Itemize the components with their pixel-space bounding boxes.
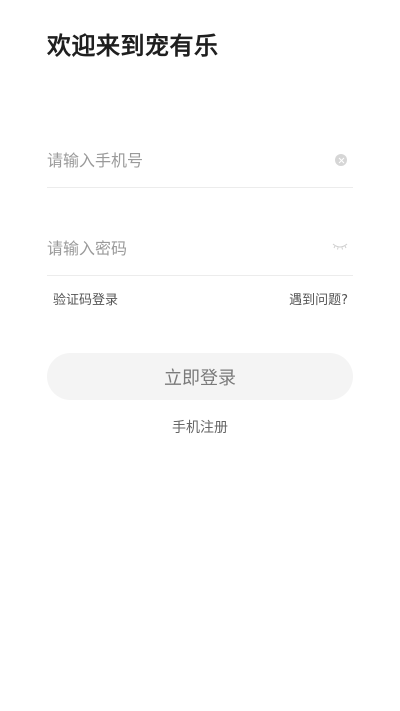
sms-login-link[interactable]: 验证码登录 — [53, 289, 118, 308]
password-field-container — [47, 221, 353, 276]
help-link[interactable]: 遇到问题? — [289, 289, 348, 308]
eye-closed-icon[interactable] — [332, 241, 348, 251]
auxiliary-links: 验证码登录 遇到问题? — [53, 289, 348, 309]
register-link[interactable]: 手机注册 — [172, 420, 228, 436]
phone-input[interactable] — [47, 133, 317, 187]
register-row: 手机注册 — [0, 417, 400, 437]
page-title: 欢迎来到宠有乐 — [47, 32, 219, 60]
password-input[interactable] — [47, 221, 317, 275]
login-button[interactable]: 立即登录 — [47, 353, 353, 400]
clear-circle-icon[interactable] — [335, 154, 347, 166]
phone-field-container — [47, 133, 353, 188]
